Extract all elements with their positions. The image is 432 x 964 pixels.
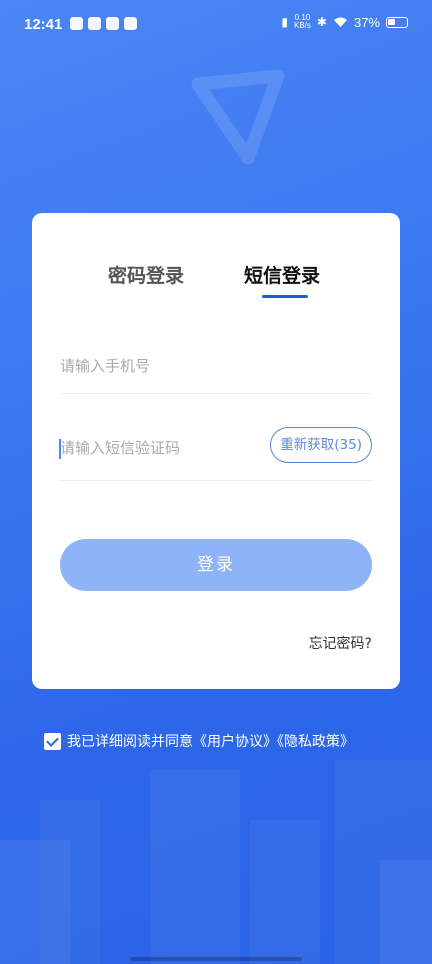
link-icon [106, 17, 119, 30]
login-card: 密码登录 短信登录 重新获取(35) 登录 忘记密码? [32, 213, 400, 689]
app-notification-icon [88, 17, 101, 30]
background-decoration [380, 860, 432, 964]
tab-sms-login[interactable]: 短信登录 [244, 261, 320, 288]
vibrate-icon: ▮ [281, 15, 288, 29]
net-speed-unit: KB/s [294, 21, 311, 30]
tab-password-login[interactable]: 密码登录 [108, 261, 184, 288]
background-decoration [250, 820, 320, 964]
wifi-icon [333, 17, 347, 27]
status-right: ▮ 0.10 KB/s ✱ 37% [281, 14, 408, 30]
status-bar: 12:41 ▮ 0.10 KB/s ✱ 37% [0, 0, 432, 50]
logo-icon [191, 69, 285, 165]
bluetooth-icon: ✱ [316, 15, 327, 29]
agreement-row: 我已详细阅读并同意《用户协议》《隐私政策》 [44, 731, 354, 751]
status-time: 12:41 [24, 16, 63, 33]
login-button[interactable]: 登录 [60, 539, 372, 591]
phone-field [60, 337, 372, 394]
battery-icon [386, 16, 408, 28]
active-tab-indicator [262, 295, 308, 298]
forgot-password-link[interactable]: 忘记密码? [309, 633, 372, 653]
net-speed: 0.10 KB/s [294, 14, 311, 30]
mail-icon [70, 17, 83, 30]
notification-icons [70, 17, 137, 30]
background-decoration [150, 770, 240, 964]
home-indicator[interactable] [130, 957, 302, 961]
resend-code-button[interactable]: 重新获取(35) [270, 427, 372, 463]
phone-input[interactable] [60, 357, 260, 375]
code-field: 重新获取(35) [59, 417, 372, 481]
agreement-checkbox[interactable] [44, 732, 61, 750]
battery-percent: 37% [353, 14, 380, 30]
fan-icon [124, 17, 137, 30]
agreement-text[interactable]: 我已详细阅读并同意《用户协议》《隐私政策》 [67, 731, 354, 751]
background-decoration [40, 800, 100, 964]
sms-code-input[interactable] [60, 439, 260, 457]
